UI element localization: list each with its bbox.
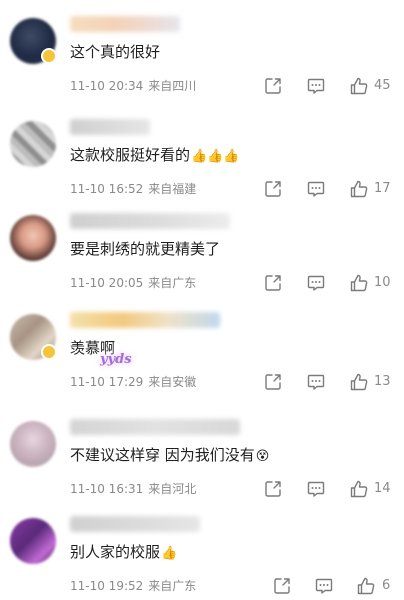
comment-meta: 11-10 20:34 来自四川: [70, 78, 196, 94]
avatar[interactable]: [10, 518, 56, 564]
like-count: 13: [374, 374, 391, 389]
thumbs-up-icon[interactable]: [349, 179, 369, 199]
comment-list: 这个真的很好 11-10 20:34 来自四川 45 这款校服挺好看的👍👍👍 11…: [0, 0, 404, 600]
thumbs-up-icon[interactable]: [349, 273, 369, 293]
like-count: 10: [374, 275, 391, 290]
comment-text: 别人家的校服👍: [70, 541, 177, 565]
share-icon[interactable]: [263, 479, 283, 499]
comment-icon[interactable]: [306, 479, 326, 499]
comment-item: 别人家的校服👍 11-10 19:52 来自广东 6: [0, 500, 404, 600]
comment-meta: 11-10 17:29 来自安徽: [70, 374, 196, 390]
comment-text-content: 别人家的校服: [70, 543, 161, 561]
comment-item: 羡慕啊 11-10 17:29 来自安徽 13: [0, 296, 404, 396]
share-icon[interactable]: [263, 179, 283, 199]
thumbs-up-emoji: 👍: [161, 546, 178, 561]
comment-icon[interactable]: [306, 273, 326, 293]
share-icon[interactable]: [263, 372, 283, 392]
username-blurred[interactable]: [70, 312, 220, 328]
comment-location: 来自广东: [148, 579, 197, 593]
avatar[interactable]: [10, 421, 56, 467]
comment-text-content: 这款校服挺好看的: [70, 146, 191, 164]
comment-date: 11-10 17:29: [70, 375, 144, 389]
comment-text-content: 不建议这样穿 因为我们没有: [70, 446, 255, 464]
avatar[interactable]: [10, 121, 56, 167]
username-blurred[interactable]: [70, 16, 180, 32]
thumbs-up-icon[interactable]: [356, 576, 376, 596]
comment-meta: 11-10 16:52 来自福建: [70, 181, 196, 197]
comment-meta: 11-10 16:31 来自河北: [70, 481, 196, 497]
thumbs-up-emoji: 👍👍👍: [191, 149, 240, 164]
comment-location: 来自安徽: [148, 375, 197, 389]
comment-date: 11-10 20:34: [70, 79, 144, 93]
comment-icon[interactable]: [306, 76, 326, 96]
username-blurred[interactable]: [70, 516, 200, 532]
comment-meta: 11-10 20:05 来自广东: [70, 275, 196, 291]
comment-text-content: 要是刺绣的就更精美了: [70, 240, 221, 258]
like-count: 6: [382, 578, 391, 593]
comment-icon[interactable]: [314, 576, 334, 596]
comment-location: 来自福建: [148, 182, 197, 196]
dizzy-face-emoji: 😵: [255, 449, 270, 464]
comment-item: 要是刺绣的就更精美了 11-10 20:05 来自广东 10: [0, 197, 404, 297]
comment-text: 这款校服挺好看的👍👍👍: [70, 144, 240, 168]
comment-text: 不建议这样穿 因为我们没有😵: [70, 444, 269, 468]
avatar[interactable]: [10, 215, 56, 261]
share-icon[interactable]: [263, 273, 283, 293]
yyds-sticker: yyds: [100, 352, 132, 367]
like-count: 45: [374, 78, 391, 93]
username-blurred[interactable]: [70, 419, 240, 435]
comment-meta: 11-10 19:52 来自广东: [70, 578, 196, 594]
comment-date: 11-10 16:52: [70, 182, 144, 196]
comment-text: 要是刺绣的就更精美了: [70, 238, 220, 260]
share-icon[interactable]: [263, 76, 283, 96]
comment-item: 这款校服挺好看的👍👍👍 11-10 16:52 来自福建 17: [0, 103, 404, 203]
like-count: 17: [374, 181, 391, 196]
comment-item: 不建议这样穿 因为我们没有😵 11-10 16:31 来自河北 14: [0, 403, 404, 503]
username-blurred[interactable]: [70, 119, 150, 135]
comment-location: 来自四川: [148, 79, 197, 93]
verified-badge: [41, 48, 57, 64]
comment-icon[interactable]: [306, 179, 326, 199]
comment-location: 来自河北: [148, 482, 197, 496]
comment-text-content: 这个真的很好: [70, 43, 161, 61]
comment-date: 11-10 16:31: [70, 482, 144, 496]
share-icon[interactable]: [272, 576, 292, 596]
thumbs-up-icon[interactable]: [349, 479, 369, 499]
thumbs-up-icon[interactable]: [349, 372, 369, 392]
comment-location: 来自广东: [148, 276, 197, 290]
comment-icon[interactable]: [306, 372, 326, 392]
comment-text: 这个真的很好: [70, 41, 160, 63]
username-blurred[interactable]: [70, 213, 230, 229]
comment-item: 这个真的很好 11-10 20:34 来自四川 45: [0, 0, 404, 100]
verified-badge: [41, 344, 57, 360]
comment-date: 11-10 19:52: [70, 579, 144, 593]
thumbs-up-icon[interactable]: [349, 76, 369, 96]
comment-date: 11-10 20:05: [70, 276, 144, 290]
like-count: 14: [374, 481, 391, 496]
